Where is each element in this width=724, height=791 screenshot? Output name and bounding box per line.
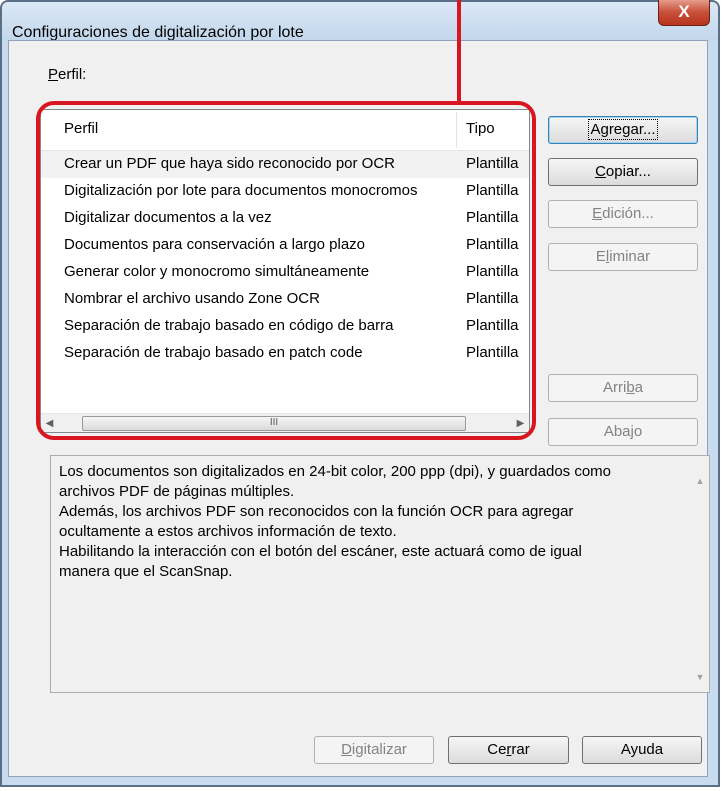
scroll-down-icon[interactable]: ▼ — [691, 668, 709, 686]
profile-label-mnemonic: P — [48, 66, 59, 83]
close-button-label: rar — [511, 741, 530, 758]
close-label-pre: Ce — [487, 741, 507, 758]
description-line: Los documentos son digitalizados en 24-b… — [59, 463, 612, 480]
description-line: ocultamente a estos archivos información… — [59, 523, 397, 540]
edit-button[interactable]: Edición... — [548, 200, 698, 228]
add-button-label: Agregar... — [588, 119, 658, 140]
move-up-button[interactable]: Arriba — [548, 374, 698, 402]
move-down-button[interactable]: Abajo — [548, 418, 698, 446]
title-bar[interactable]: Configuraciones de digitalización por lo… — [2, 0, 718, 41]
copy-mnemonic: C — [595, 163, 606, 180]
delete-button[interactable]: Eliminar — [548, 243, 698, 271]
scan-mnemonic: D — [341, 741, 352, 758]
add-button[interactable]: Agregar... — [548, 116, 698, 144]
scroll-up-icon[interactable]: ▲ — [691, 472, 709, 490]
up-mnemonic: b — [626, 379, 635, 396]
scan-button[interactable]: Digitalizar — [314, 736, 434, 764]
profile-description: Los documentos son digitalizados en 24-b… — [50, 455, 710, 693]
profile-label-text: erfil: — [58, 66, 87, 83]
copy-button[interactable]: Copiar... — [548, 158, 698, 186]
description-line: Habilitando la interacción con el botón … — [59, 543, 582, 560]
close-button[interactable]: X — [658, 0, 710, 26]
callout-highlight — [36, 101, 536, 440]
description-line: archivos PDF de páginas múltiples. — [59, 483, 295, 500]
description-line: manera que el ScanSnap. — [59, 563, 233, 580]
description-line: Además, los archivos PDF son reconocidos… — [59, 503, 574, 520]
delete-label-pre: E — [595, 248, 606, 265]
up-label-pre: Arri — [602, 379, 627, 396]
scan-button-label: igitalizar — [351, 741, 407, 758]
edit-button-label: dición... — [602, 205, 654, 222]
close-dialog-button[interactable]: Cerrar — [448, 736, 569, 764]
copy-button-label: opiar... — [605, 163, 651, 180]
delete-button-label: iminar — [609, 248, 651, 265]
edit-mnemonic: E — [592, 205, 603, 222]
description-text: Los documentos son digitalizados en 24-b… — [59, 462, 679, 582]
up-button-label: a — [634, 379, 643, 396]
vertical-scrollbar[interactable]: ▲ ▼ — [691, 456, 709, 692]
profile-label: Perfil: — [48, 66, 86, 83]
help-button[interactable]: Ayuda — [582, 736, 702, 764]
callout-pointer — [457, 0, 461, 103]
